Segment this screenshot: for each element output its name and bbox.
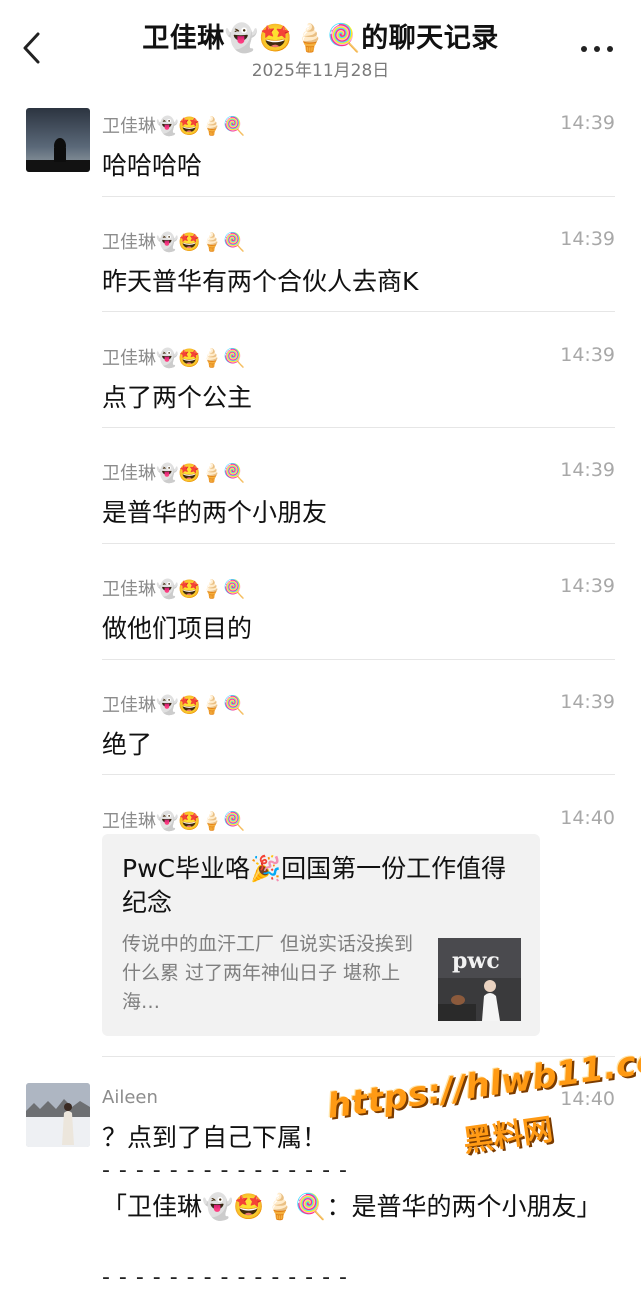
- thumbnail-image: pwc: [438, 938, 521, 1021]
- watermark-url: https://hlwb11.com: [324, 1035, 641, 1127]
- message-time: 14:40: [560, 807, 615, 829]
- quote-separator: - - - - - - - - - - - - - - -: [102, 1158, 348, 1183]
- chat-message: 卫佳琳👻🤩🍦🍭 14:40: [102, 807, 615, 837]
- sender-name: 卫佳琳👻🤩🍦🍭: [102, 232, 246, 253]
- message-time: 14:40: [560, 1088, 615, 1110]
- divider: [102, 543, 615, 544]
- quote-separator: - - - - - - - - - - - - - - -: [102, 1265, 348, 1290]
- message-time: 14:39: [560, 575, 615, 597]
- message-text: 做他们项目的: [102, 614, 253, 643]
- chat-message[interactable]: 卫佳琳👻🤩🍦🍭 14:39 绝了: [102, 691, 615, 759]
- sender-name: 卫佳琳👻🤩🍦🍭: [102, 116, 246, 137]
- sender-name: 卫佳琳👻🤩🍦🍭: [102, 695, 246, 716]
- message-text: 哈哈哈哈: [102, 151, 203, 180]
- divider: [102, 774, 615, 775]
- message-text: 是普华的两个小朋友: [102, 498, 328, 527]
- message-time: 14:39: [560, 228, 615, 250]
- avatar-image: [26, 108, 90, 172]
- sender-name: 卫佳琳👻🤩🍦🍭: [102, 811, 246, 832]
- sender-name: 卫佳琳👻🤩🍦🍭: [102, 348, 246, 369]
- card-description: 传说中的血汗工厂 但说实话没挨到什么累 过了两年神仙日子 堪称上海…: [122, 933, 414, 1013]
- sender-name: Aileen: [102, 1087, 158, 1108]
- card-thumbnail: pwc: [438, 938, 521, 1021]
- thumbnail-logo-text: pwc: [452, 948, 500, 974]
- message-text: 点了两个公主: [102, 383, 253, 412]
- divider: [102, 311, 615, 312]
- avatar-image: [26, 1083, 90, 1147]
- message-time: 14:39: [560, 112, 615, 134]
- quoted-message[interactable]: 「卫佳琳👻🤩🍦🍭：是普华的两个小朋友」: [102, 1188, 612, 1226]
- shared-post-card[interactable]: PwC毕业咯🎉回国第一份工作值得纪念 传说中的血汗工厂 但说实话没挨到什么累 过…: [102, 834, 540, 1036]
- divider: [102, 427, 615, 428]
- message-time: 14:39: [560, 691, 615, 713]
- message-time: 14:39: [560, 459, 615, 481]
- card-title: PwC毕业咯🎉回国第一份工作值得纪念: [122, 854, 507, 917]
- chat-message[interactable]: 卫佳琳👻🤩🍦🍭 14:39 点了两个公主: [102, 344, 615, 412]
- page-title: 卫佳琳👻🤩🍦🍭的聊天记录: [142, 23, 499, 54]
- chat-history-header: 卫佳琳👻🤩🍦🍭的聊天记录 2025年11月28日: [0, 0, 641, 88]
- dot-icon: [581, 46, 587, 52]
- chat-message[interactable]: 卫佳琳👻🤩🍦🍭 14:39 做他们项目的: [102, 575, 615, 643]
- more-options-button[interactable]: [581, 46, 613, 52]
- chat-message[interactable]: 卫佳琳👻🤩🍦🍭 14:39 是普华的两个小朋友: [102, 459, 615, 527]
- message-text: 昨天普华有两个合伙人去商K: [102, 267, 419, 296]
- message-text[interactable]: ？点到了自己下属！: [102, 1118, 327, 1154]
- divider: [102, 196, 615, 197]
- divider: [102, 659, 615, 660]
- watermark-name: 黑料网: [461, 1112, 556, 1160]
- dot-icon: [594, 46, 600, 52]
- chat-message[interactable]: 卫佳琳👻🤩🍦🍭 14:39 昨天普华有两个合伙人去商K: [102, 228, 615, 296]
- sender-avatar[interactable]: [26, 108, 90, 172]
- chat-message[interactable]: 卫佳琳👻🤩🍦🍭 14:39 哈哈哈哈: [102, 112, 615, 180]
- chat-date: 2025年11月28日: [251, 61, 390, 81]
- watermark: https://hlwb11.com 黑料网: [325, 1036, 641, 1187]
- dot-icon: [607, 46, 613, 52]
- divider: [102, 1056, 615, 1057]
- sender-name: 卫佳琳👻🤩🍦🍭: [102, 463, 246, 484]
- message-text: 绝了: [102, 730, 153, 759]
- sender-avatar[interactable]: [26, 1083, 90, 1147]
- sender-name: 卫佳琳👻🤩🍦🍭: [102, 579, 246, 600]
- message-time: 14:39: [560, 344, 615, 366]
